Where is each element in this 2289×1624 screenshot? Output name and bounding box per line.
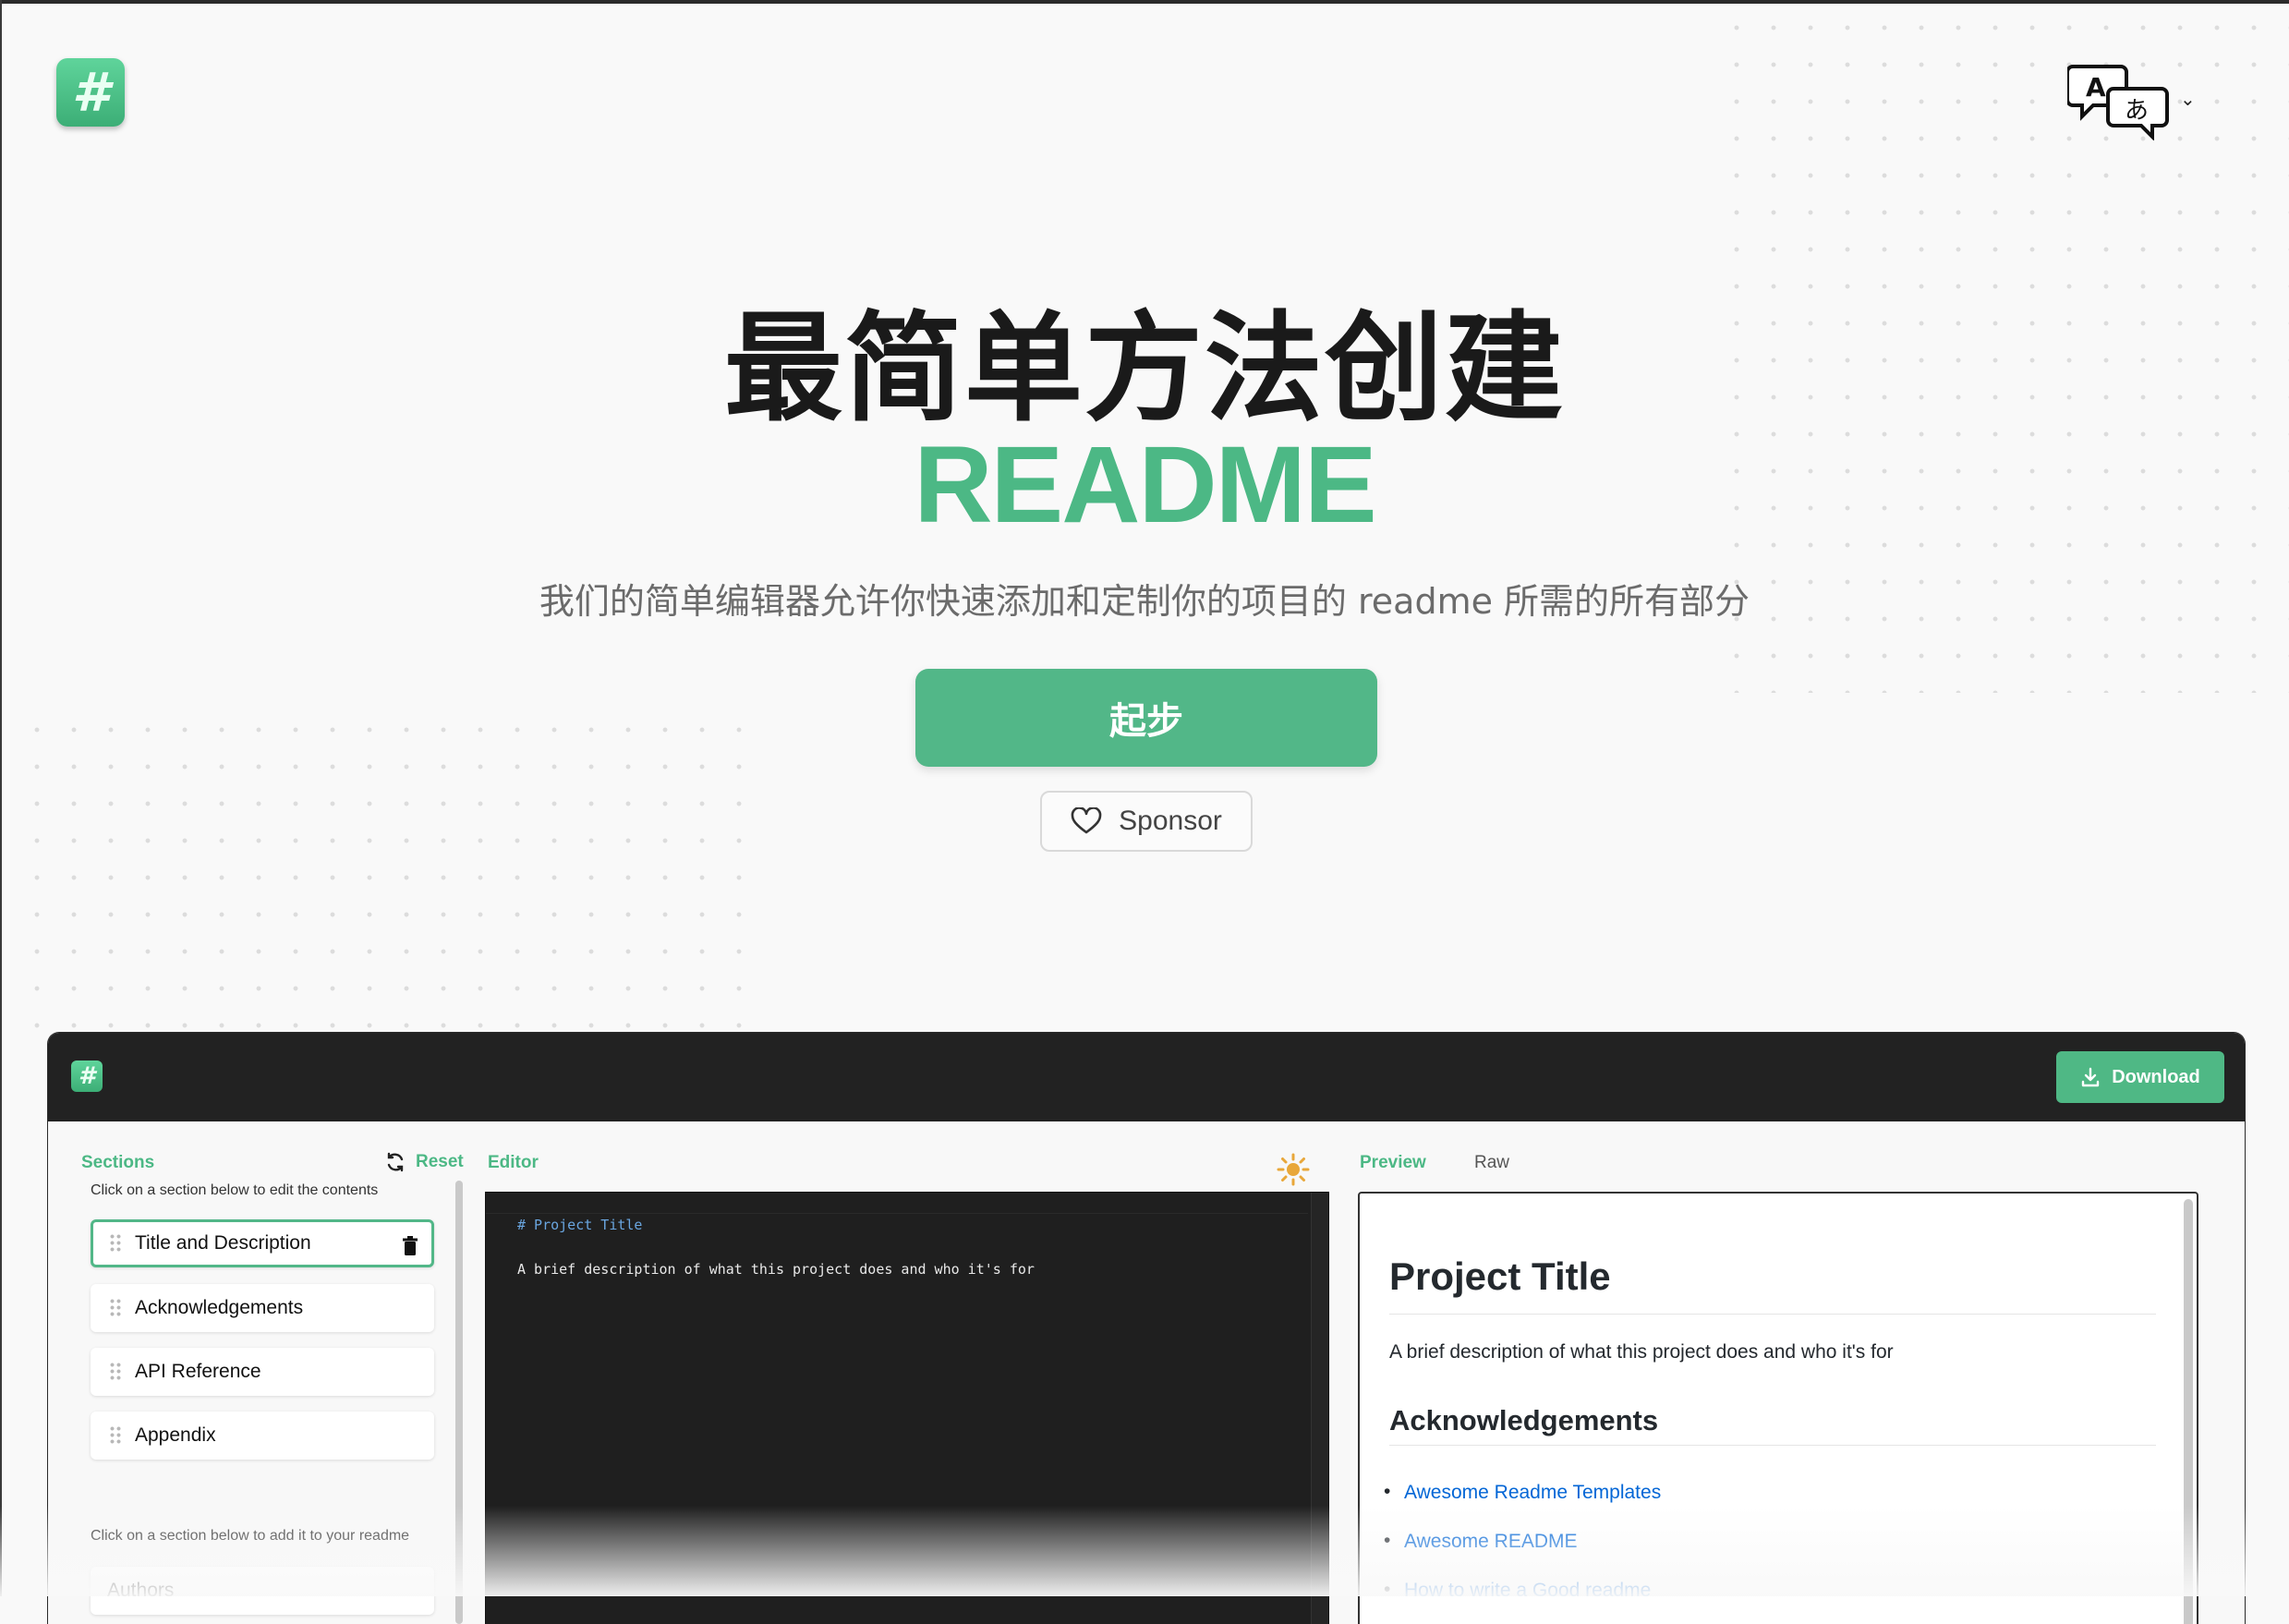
editor-app-preview: # Download Sections Reset Click on a sec… — [48, 1033, 2245, 1624]
drag-handle-icon[interactable] — [109, 1233, 122, 1254]
drag-handle-icon[interactable] — [109, 1362, 122, 1382]
editor-heading: Editor — [488, 1153, 539, 1172]
reset-button[interactable]: Reset — [384, 1151, 464, 1173]
tab-raw[interactable]: Raw — [1474, 1153, 1509, 1173]
section-item-api-reference[interactable]: API Reference — [91, 1348, 434, 1396]
readme-preview: Project Title A brief description of wha… — [1358, 1192, 2198, 1624]
section-label: API Reference — [135, 1361, 261, 1382]
get-started-button[interactable]: 起步 — [915, 669, 1377, 767]
site-logo[interactable]: # — [56, 58, 125, 127]
sections-scrollbar[interactable] — [455, 1181, 463, 1624]
hash-icon: # — [78, 1062, 96, 1090]
section-item-acknowledgements[interactable]: Acknowledgements — [91, 1284, 434, 1332]
hero-title-readme: README — [914, 424, 1376, 546]
preview-link[interactable]: How to write a Good readme — [1384, 1579, 1651, 1602]
preview-description: A brief description of what this project… — [1389, 1341, 1894, 1363]
hero-subtitle: 我们的简单编辑器允许你快速添加和定制你的项目的 readme 所需的所有部分 — [539, 581, 1750, 622]
edit-hint: Click on a section below to edit the con… — [91, 1182, 379, 1198]
dot-pattern-bottom-left — [18, 711, 757, 1035]
preview-scrollbar[interactable] — [2184, 1199, 2193, 1624]
sun-icon[interactable] — [1277, 1153, 1310, 1186]
hash-icon: # — [71, 61, 110, 124]
download-label: Download — [2112, 1066, 2200, 1087]
drag-handle-icon[interactable] — [109, 1298, 122, 1318]
preview-acknowledgements-heading: Acknowledgements — [1389, 1404, 1659, 1436]
hero-title: 最简单方法创建 — [723, 300, 1565, 438]
tab-preview[interactable]: Preview — [1360, 1153, 1426, 1173]
section-label: Title and Description — [135, 1232, 311, 1254]
active-line-highlight — [486, 1193, 1308, 1214]
section-label: Appendix — [135, 1424, 216, 1446]
sponsor-button[interactable]: Sponsor — [1040, 791, 1253, 852]
download-button[interactable]: Download — [2056, 1051, 2224, 1103]
app-header: # Download — [48, 1033, 2245, 1121]
drag-handle-icon[interactable] — [109, 1425, 122, 1446]
divider — [1389, 1445, 2156, 1446]
trash-icon[interactable] — [402, 1236, 418, 1256]
editor-line: # Project Title — [517, 1217, 643, 1233]
app-logo[interactable]: # — [71, 1060, 103, 1092]
svg-text:あ: あ — [2125, 97, 2149, 125]
preview-title: Project Title — [1389, 1254, 1611, 1298]
available-section-authors[interactable]: Authors — [91, 1567, 434, 1615]
editor-scrollbar[interactable] — [1311, 1193, 1328, 1624]
section-label: Authors — [107, 1580, 175, 1601]
preview-link[interactable]: Awesome Readme Templates — [1384, 1481, 1661, 1504]
divider — [1389, 1314, 2156, 1315]
section-label: Acknowledgements — [135, 1297, 304, 1318]
section-item-title-description[interactable]: Title and Description — [91, 1219, 434, 1267]
editor-line: A brief description of what this project… — [517, 1261, 1035, 1278]
window-left-border — [0, 0, 2, 1596]
heart-icon — [1071, 807, 1102, 834]
chevron-down-icon: ⌄ — [2180, 88, 2196, 110]
add-hint: Click on a section below to add it to yo… — [91, 1528, 410, 1544]
translate-icon: A あ — [2067, 65, 2169, 140]
sponsor-label: Sponsor — [1119, 806, 1222, 836]
refresh-icon — [387, 1152, 404, 1172]
window-top-border — [0, 0, 2289, 4]
section-item-appendix[interactable]: Appendix — [91, 1412, 434, 1460]
sections-heading: Sections — [81, 1153, 155, 1172]
download-icon — [2082, 1067, 2100, 1087]
language-switcher[interactable]: A あ ⌄ — [2067, 59, 2206, 142]
reset-label: Reset — [416, 1152, 464, 1171]
markdown-editor[interactable]: # Project Title A brief description of w… — [485, 1192, 1329, 1624]
svg-text:A: A — [2086, 72, 2106, 103]
preview-link[interactable]: Awesome README — [1384, 1530, 1577, 1553]
